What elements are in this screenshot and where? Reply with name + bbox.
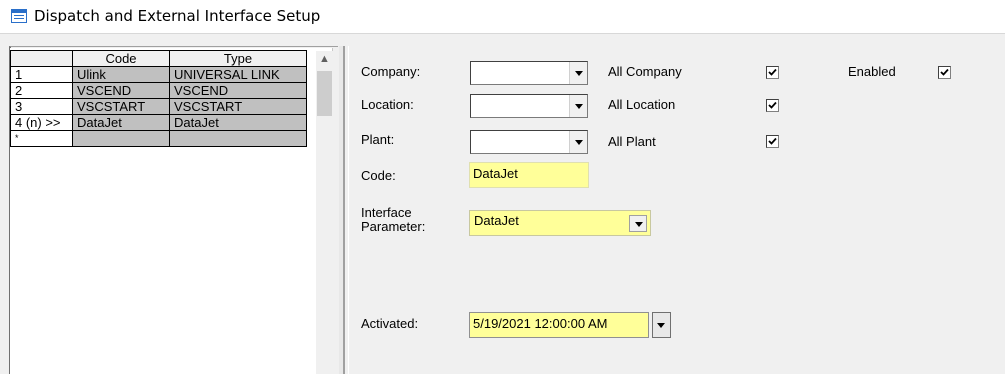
chevron-down-icon[interactable] bbox=[569, 95, 587, 117]
cell-type[interactable]: DataJet bbox=[169, 114, 307, 131]
cell-type[interactable]: VSCEND bbox=[169, 82, 307, 99]
grid-header-code[interactable]: Code bbox=[72, 50, 170, 67]
code-input[interactable]: DataJet bbox=[469, 162, 589, 188]
plant-label: Plant: bbox=[361, 132, 395, 147]
row-selector-new[interactable]: * bbox=[10, 130, 73, 147]
row-selector[interactable]: 4 (n) >> bbox=[10, 114, 73, 131]
company-combo[interactable] bbox=[470, 61, 588, 85]
cell-type[interactable] bbox=[169, 130, 307, 147]
location-label: Location: bbox=[361, 97, 414, 112]
cell-type[interactable]: UNIVERSAL LINK bbox=[169, 66, 307, 83]
chevron-down-icon[interactable] bbox=[652, 312, 671, 338]
interface-parameter-combo[interactable]: DataJet bbox=[469, 210, 651, 236]
location-combo[interactable] bbox=[470, 94, 588, 118]
activated-datetime-input[interactable]: 5/19/2021 12:00:00 AM bbox=[469, 312, 649, 338]
table-row-new[interactable]: * bbox=[10, 130, 307, 147]
checkmark-icon bbox=[768, 68, 777, 76]
code-label: Code: bbox=[361, 168, 396, 183]
all-location-label: All Location bbox=[608, 97, 676, 112]
grid-header-type[interactable]: Type bbox=[169, 50, 307, 67]
enabled-checkbox[interactable] bbox=[938, 66, 951, 79]
chevron-down-icon[interactable] bbox=[569, 131, 587, 153]
cell-code[interactable] bbox=[72, 130, 170, 147]
company-label: Company: bbox=[361, 64, 421, 79]
code-value: DataJet bbox=[473, 166, 518, 181]
all-company-label: All Company bbox=[608, 64, 682, 79]
activated-value: 5/19/2021 12:00:00 AM bbox=[473, 316, 608, 331]
interface-label-line2: Parameter: bbox=[361, 219, 426, 234]
splitter-edge bbox=[344, 46, 349, 374]
grid-vertical-scrollbar[interactable]: ▲ bbox=[316, 51, 333, 374]
table-row[interactable]: 1 Ulink UNIVERSAL LINK bbox=[10, 66, 307, 83]
cell-type[interactable]: VSCSTART bbox=[169, 98, 307, 115]
all-plant-label: All Plant bbox=[608, 134, 656, 149]
row-selector[interactable]: 1 bbox=[10, 66, 73, 83]
all-company-checkbox[interactable] bbox=[766, 66, 779, 79]
cell-code[interactable]: DataJet bbox=[72, 114, 170, 131]
all-location-checkbox[interactable] bbox=[766, 99, 779, 112]
cell-code[interactable]: VSCEND bbox=[72, 82, 170, 99]
table-row[interactable]: 2 VSCEND VSCEND bbox=[10, 82, 307, 99]
arrow-up-icon[interactable]: ▲ bbox=[316, 51, 333, 68]
form-body: Code Type 1 Ulink UNIVERSAL LINK 2 VSCEN… bbox=[0, 34, 1005, 374]
interface-parameter-value: DataJet bbox=[474, 213, 519, 228]
chevron-down-icon[interactable] bbox=[629, 215, 647, 232]
form-window-icon bbox=[11, 9, 27, 23]
row-selector[interactable]: 2 bbox=[10, 82, 73, 99]
plant-combo[interactable] bbox=[470, 130, 588, 154]
cell-code[interactable]: VSCSTART bbox=[72, 98, 170, 115]
row-selector[interactable]: 3 bbox=[10, 98, 73, 115]
checkmark-icon bbox=[768, 137, 777, 145]
all-plant-checkbox[interactable] bbox=[766, 135, 779, 148]
window-title: Dispatch and External Interface Setup bbox=[34, 7, 321, 25]
interface-parameter-label: Interface Parameter: bbox=[361, 206, 425, 234]
grid-header-index bbox=[10, 50, 73, 67]
grid-header-row: Code Type bbox=[10, 50, 307, 67]
checkmark-icon bbox=[940, 68, 949, 76]
chevron-down-icon[interactable] bbox=[569, 62, 587, 84]
enabled-label: Enabled bbox=[848, 64, 896, 79]
interface-label-line1: Interface bbox=[361, 205, 412, 220]
activated-label: Activated: bbox=[361, 316, 419, 331]
checkmark-icon bbox=[768, 101, 777, 109]
scrollbar-thumb[interactable] bbox=[317, 71, 332, 116]
title-bar: Dispatch and External Interface Setup bbox=[0, 0, 1005, 34]
cell-code[interactable]: Ulink bbox=[72, 66, 170, 83]
table-row[interactable]: 3 VSCSTART VSCSTART bbox=[10, 98, 307, 115]
records-grid: Code Type 1 Ulink UNIVERSAL LINK 2 VSCEN… bbox=[10, 50, 307, 147]
table-row[interactable]: 4 (n) >> DataJet DataJet bbox=[10, 114, 307, 131]
